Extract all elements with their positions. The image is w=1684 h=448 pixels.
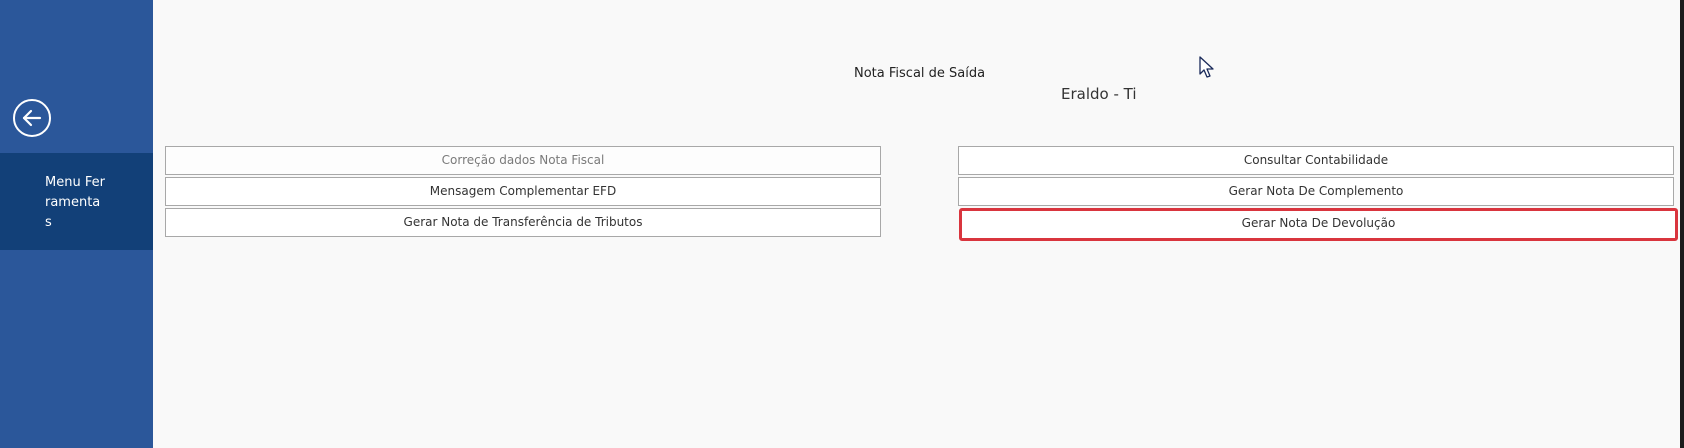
scrollbar[interactable] bbox=[1680, 0, 1684, 448]
mouse-cursor-icon bbox=[1199, 56, 1215, 84]
gerar-nota-complemento-button[interactable]: Gerar Nota De Complemento bbox=[958, 177, 1674, 206]
sidebar: Menu Ferramentas bbox=[0, 0, 153, 448]
sidebar-item-label: Menu Ferramentas bbox=[45, 175, 105, 230]
user-name: Eraldo - Ti bbox=[1061, 85, 1137, 103]
back-button[interactable] bbox=[13, 99, 51, 137]
gerar-nota-devolucao-button[interactable]: Gerar Nota De Devolução bbox=[959, 208, 1678, 241]
gerar-nota-transferencia-tributos-button[interactable]: Gerar Nota de Transferência de Tributos bbox=[165, 208, 881, 237]
main-content: Nota Fiscal de Saída Eraldo - Ti Correçã… bbox=[153, 0, 1684, 448]
page-title: Nota Fiscal de Saída bbox=[854, 66, 986, 81]
mensagem-complementar-efd-button[interactable]: Mensagem Complementar EFD bbox=[165, 177, 881, 206]
correcao-dados-nota-fiscal-button[interactable]: Correção dados Nota Fiscal bbox=[165, 146, 881, 175]
consultar-contabilidade-button[interactable]: Consultar Contabilidade bbox=[958, 146, 1674, 175]
sidebar-item-menu-ferramentas[interactable]: Menu Ferramentas bbox=[0, 153, 153, 250]
